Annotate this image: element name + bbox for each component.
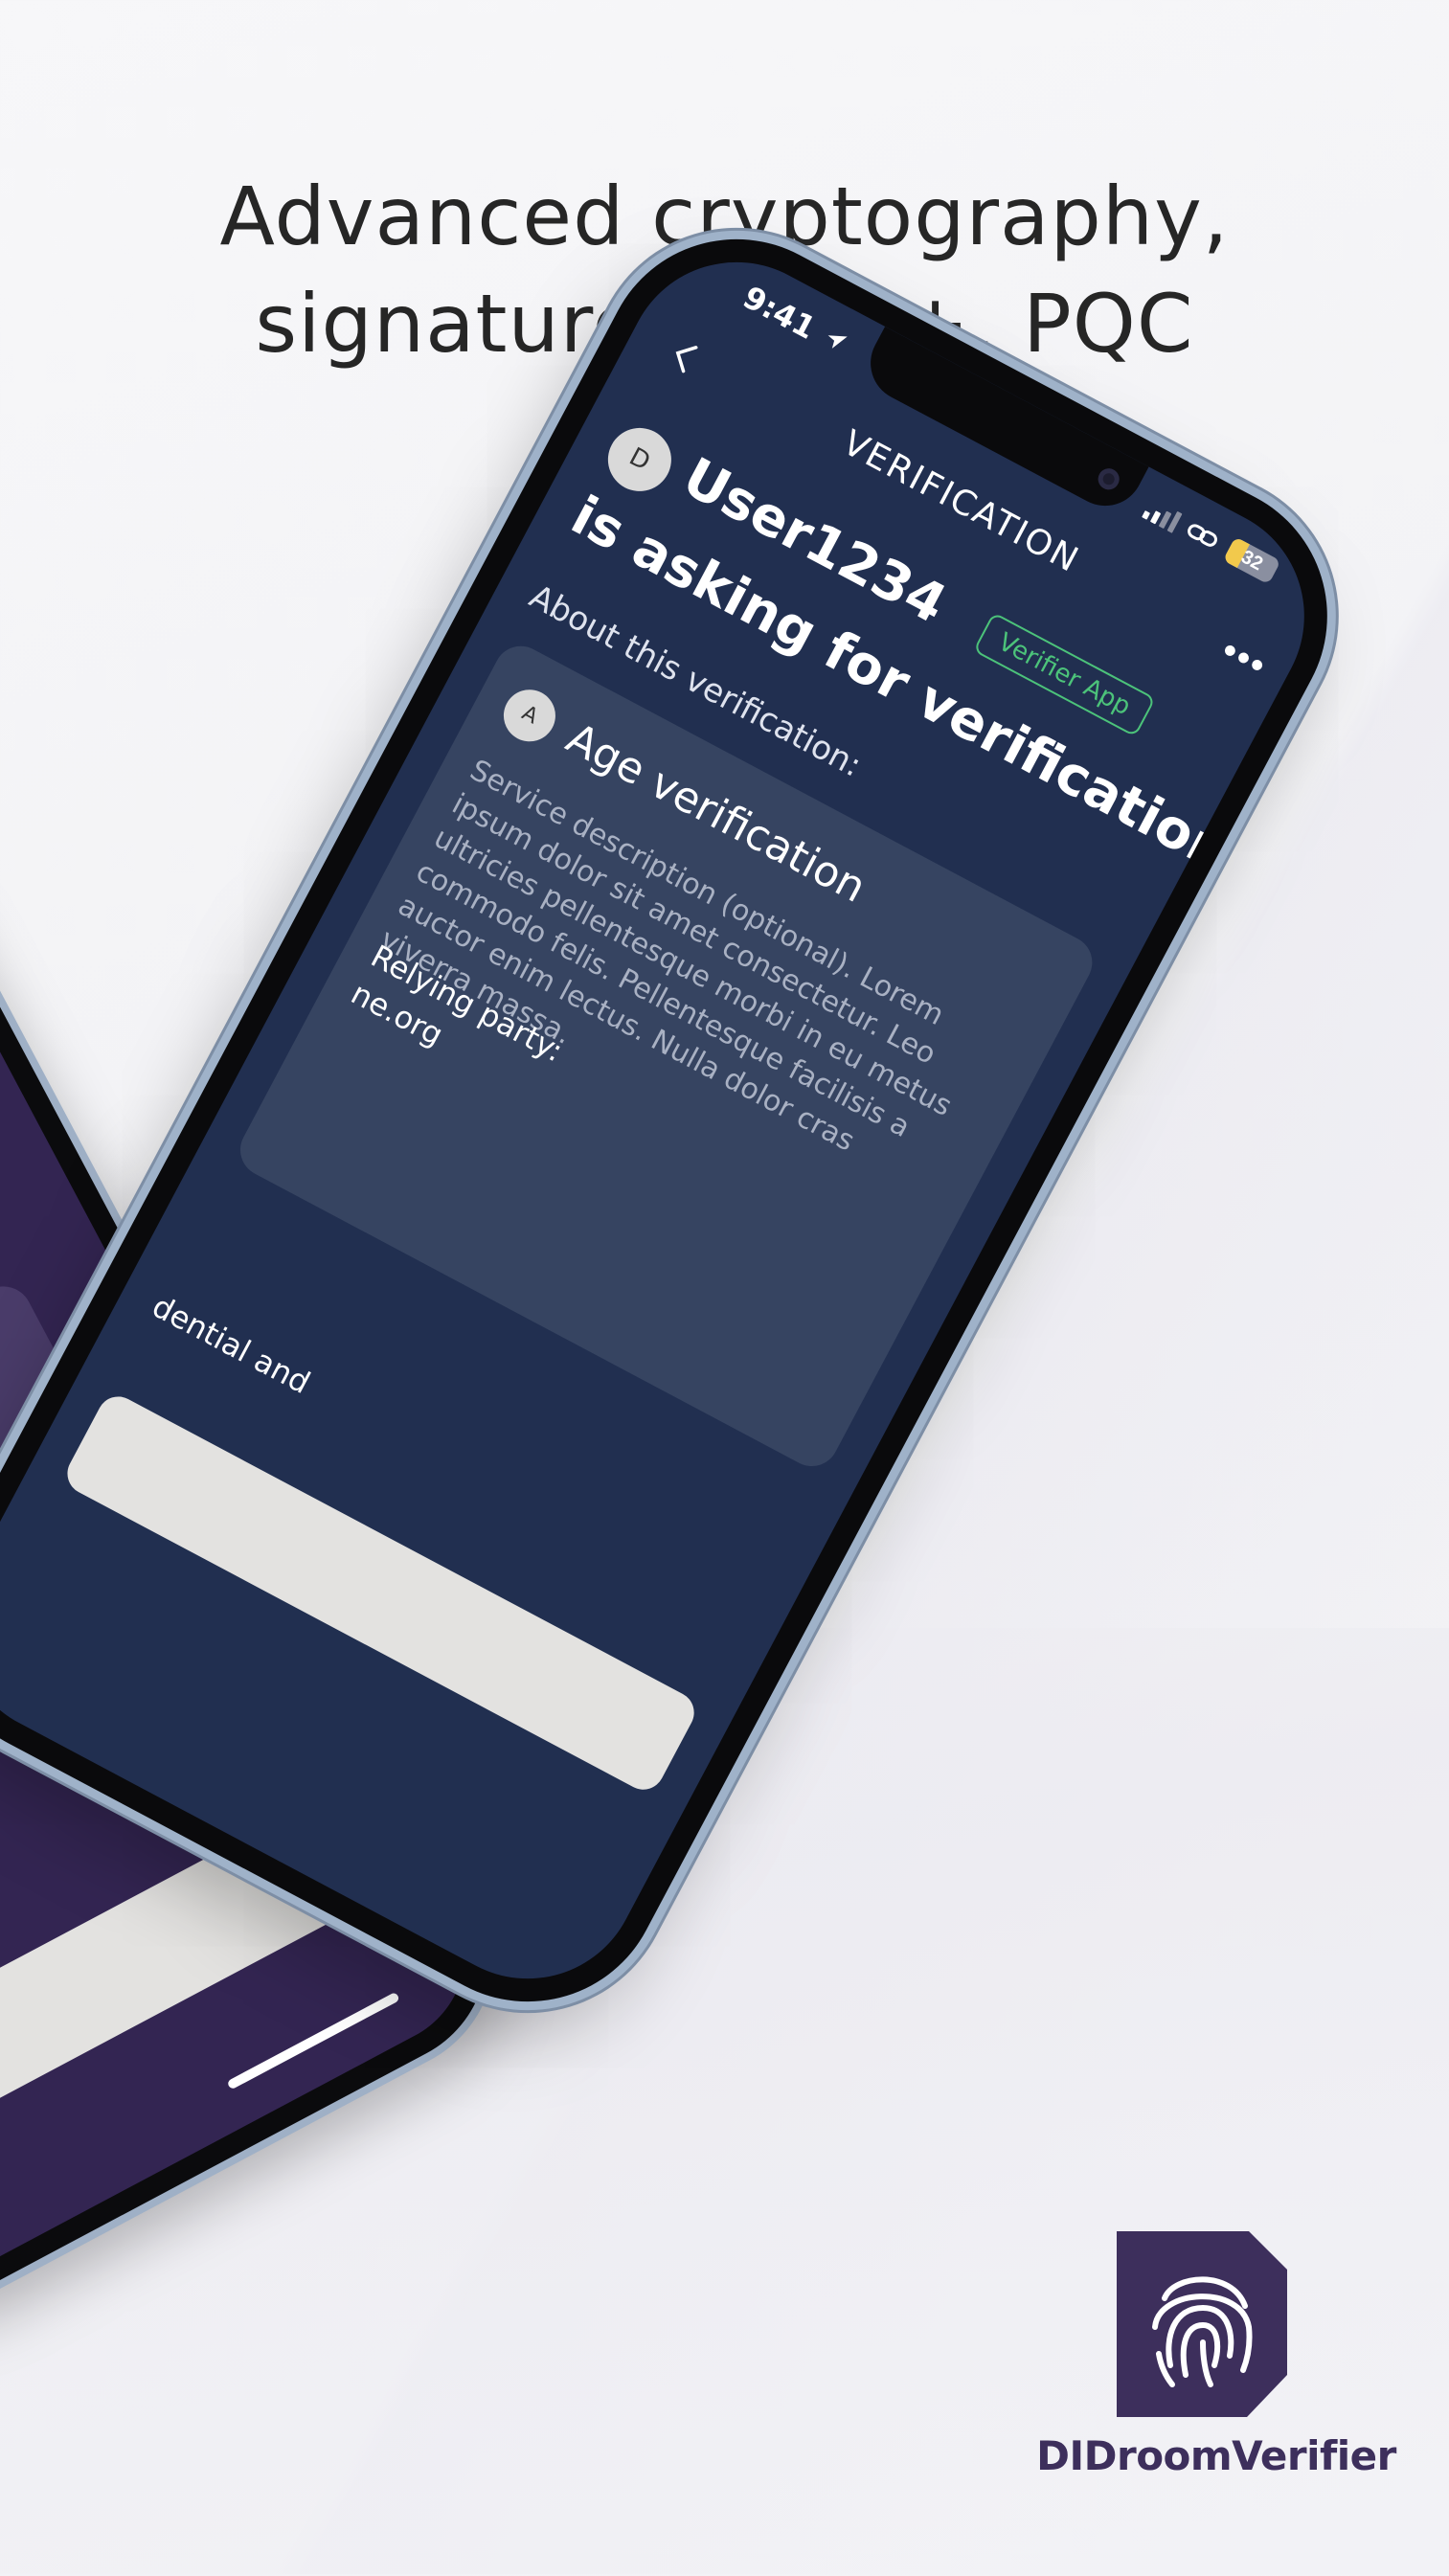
battery-level: 32 (1237, 546, 1267, 576)
camera-icon (1094, 464, 1123, 494)
brand-name: DIDroomVerifier (1036, 2432, 1396, 2479)
confirm-button[interactable] (59, 1389, 702, 1797)
link-icon (1188, 524, 1217, 547)
fingerprint-logo-icon (1117, 2231, 1287, 2417)
location-arrow-icon (827, 335, 848, 349)
footer-text: dential and (146, 1287, 317, 1402)
battery-icon: 32 (1222, 536, 1281, 585)
requester-avatar: D (597, 417, 683, 503)
home-indicator (226, 1991, 400, 2090)
verification-avatar: A (494, 680, 565, 751)
signal-icon (1142, 510, 1183, 533)
status-time: 9:41 (736, 279, 822, 347)
